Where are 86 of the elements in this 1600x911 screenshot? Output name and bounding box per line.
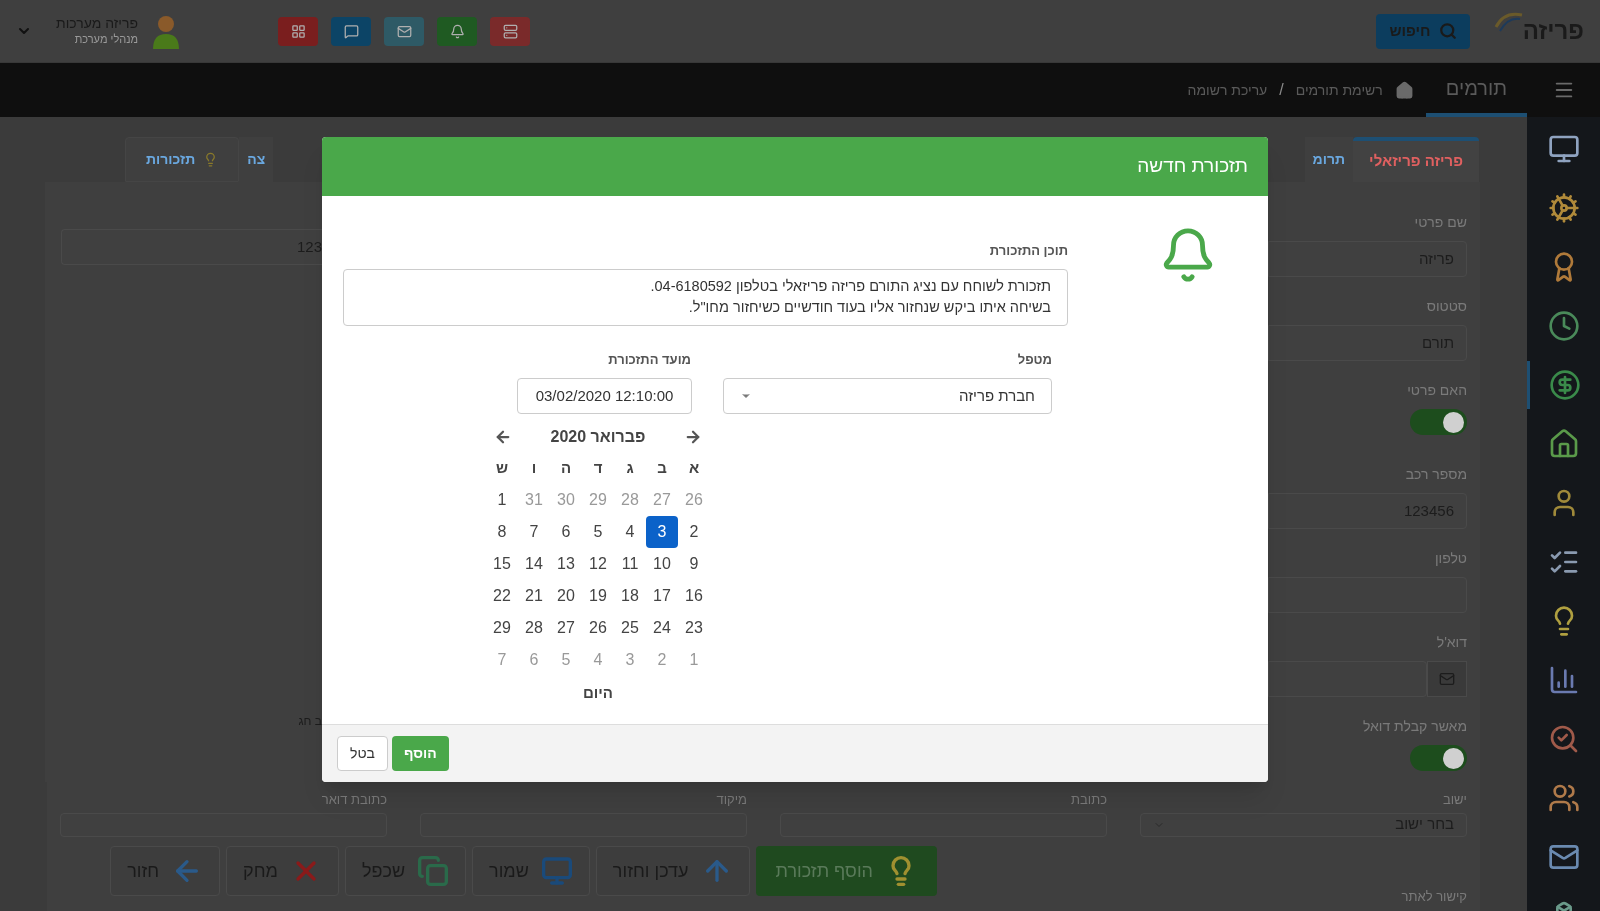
calendar-day[interactable]: 5 (582, 516, 614, 548)
calendar-day[interactable]: 22 (486, 580, 518, 612)
weekday-label: א (687, 457, 701, 478)
calendar-day[interactable]: 1 (486, 484, 518, 516)
field-label: כתובת (1071, 791, 1107, 809)
calendar-day[interactable]: 19 (582, 580, 614, 612)
calendar-month: פברואר 2020 (550, 427, 646, 447)
chat-icon (343, 23, 359, 39)
tab[interactable]: תזכורות (125, 137, 240, 182)
field-label: טלפון (1434, 549, 1467, 568)
tab[interactable]: תרומ (1304, 137, 1354, 182)
weekday-label: ה (559, 457, 573, 478)
envelope-icon (1427, 661, 1467, 697)
toolbar-button[interactable] (437, 16, 477, 46)
text-field[interactable] (1268, 577, 1467, 613)
calendar-day[interactable]: 13 (550, 548, 582, 580)
calendar-day[interactable]: 26 (582, 612, 614, 644)
weekday-label: ד (592, 457, 604, 478)
calendar-day[interactable]: 25 (614, 612, 646, 644)
calendar-day[interactable]: 29 (486, 612, 518, 644)
field-label: מועד התזכורת (608, 350, 691, 369)
field-label: מאשר קבלת דואל (1362, 717, 1467, 736)
calendar-day[interactable]: 11 (614, 548, 646, 580)
calendar-day[interactable]: 15 (486, 548, 518, 580)
field-label: סטטוס (1426, 297, 1467, 316)
toggle-switch[interactable] (1410, 409, 1467, 435)
calendar-day[interactable]: 14 (518, 548, 550, 580)
calendar-day[interactable]: 24 (646, 612, 678, 644)
field-label: מטפל (1017, 350, 1052, 369)
avatar (150, 13, 182, 49)
calendar-day[interactable]: 16 (678, 580, 710, 612)
field-label: דוא'ל (1436, 633, 1467, 652)
textarea-field[interactable]: תזכורת לשוחח עם נציג התורם פריזה פריזאלי בטלפון 04-6180592. בשיחה איתו ביקש שנחזור אליו בעוד חודשיים כשיחזור מחו"ל. (343, 268, 1068, 326)
toolbar-button[interactable] (278, 16, 318, 46)
right-arrow-icon[interactable] (684, 428, 702, 446)
weekday-label: ש (494, 457, 510, 478)
breadcrumb-item: עריכת רשומה (1187, 80, 1268, 100)
modal-title: תזכורת חדשה (1137, 154, 1248, 179)
date-field[interactable]: 12:10:00 03/02/2020 (517, 378, 692, 414)
email-field[interactable] (1268, 661, 1427, 697)
calendar-day[interactable]: 21 (518, 580, 550, 612)
field-label: כתובת דואר (321, 791, 387, 809)
toolbar-button[interactable] (384, 16, 424, 46)
select-field[interactable]: חברת פריזה (723, 378, 1052, 414)
today-button[interactable]: היום (583, 682, 613, 705)
calendar-day[interactable]: 3 (646, 516, 678, 548)
field-label: ישוב (1442, 791, 1467, 809)
field-label: מיקוד (716, 791, 747, 809)
calendar-day[interactable]: 12 (582, 548, 614, 580)
calendar-day[interactable]: 7 (518, 516, 550, 548)
monitor-icon (540, 855, 573, 887)
toolbar-button[interactable] (331, 16, 371, 46)
calendar-day[interactable]: 6 (550, 516, 582, 548)
user-role: מנהלי מערכת (73, 32, 138, 47)
toolbar-button[interactable] (490, 16, 530, 46)
weekday-label: ו (530, 457, 538, 478)
calendar-day[interactable]: 20 (550, 580, 582, 612)
tab[interactable]: צה (239, 137, 274, 182)
page-title: תורמים (1425, 63, 1527, 117)
weekday-label: ב (656, 457, 668, 478)
calendar-day[interactable]: 17 (646, 580, 678, 612)
calendar-day[interactable]: 8 (486, 516, 518, 548)
field-label: קישור לאתר (1401, 887, 1467, 906)
toggle-switch[interactable] (1410, 745, 1467, 771)
search-icon (1438, 22, 1457, 40)
breadcrumb-separator: / (1279, 80, 1284, 100)
calendar-day[interactable]: 28 (518, 612, 550, 644)
field-label: תוכן התזכורת (989, 242, 1068, 260)
bell-icon (449, 23, 465, 39)
field-label: מספר רכב (1405, 465, 1467, 484)
calendar-day[interactable]: 27 (550, 612, 582, 644)
calendar-day[interactable]: 23 (678, 612, 710, 644)
calendar-day[interactable]: 9 (678, 548, 710, 580)
calendar-day[interactable]: 2 (678, 516, 710, 548)
calendar-day[interactable]: 18 (614, 580, 646, 612)
envelope-icon (396, 23, 412, 39)
calendar-day[interactable]: 4 (614, 516, 646, 548)
field-label: האם פרטי (1407, 381, 1467, 400)
calendar-day[interactable]: 10 (646, 548, 678, 580)
home-icon[interactable] (1394, 80, 1414, 100)
field-label: שם פרטי (1414, 213, 1467, 232)
list-icon (502, 23, 518, 39)
weekday-label: ג (625, 457, 635, 478)
grid-icon (290, 23, 306, 39)
copy-icon (417, 855, 450, 887)
cancel-button[interactable]: בטל (337, 736, 388, 771)
